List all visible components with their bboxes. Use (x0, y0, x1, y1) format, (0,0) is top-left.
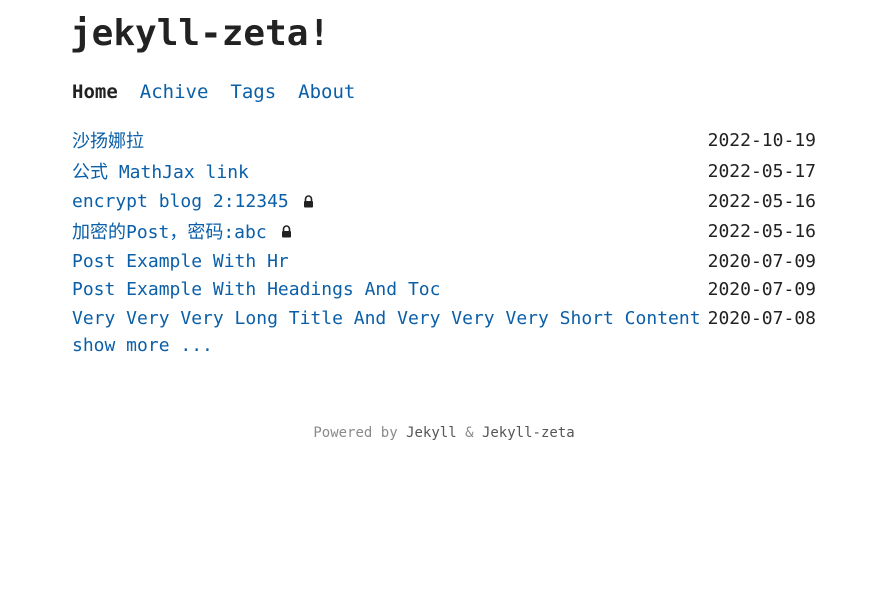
post-link[interactable]: Very Very Very Long Title And Very Very … (72, 308, 701, 329)
post-title-wrap: encrypt blog 2:12345 (72, 191, 314, 212)
post-row: 沙扬娜拉 2022-10-19 (72, 126, 816, 154)
post-title-wrap: Very Very Very Long Title And Very Very … (72, 308, 701, 329)
nav-item-tags[interactable]: Tags (230, 78, 276, 106)
post-link[interactable]: encrypt blog 2:12345 (72, 191, 289, 212)
footer-jekyll-zeta-link[interactable]: Jekyll-zeta (482, 425, 575, 441)
post-title-wrap: 沙扬娜拉 (72, 127, 144, 153)
nav-item-home[interactable]: Home (72, 78, 118, 106)
lock-icon (303, 194, 314, 208)
post-title-wrap: Post Example With Headings And Toc (72, 279, 440, 300)
post-date: 2022-05-17 (707, 160, 816, 182)
post-row: Post Example With Hr 2020-07-09 (72, 247, 816, 275)
footer-separator: & (456, 425, 482, 441)
post-row: encrypt blog 2:12345 2022-05-16 (72, 187, 816, 215)
footer: Powered by Jekyll & Jekyll-zeta (0, 422, 888, 444)
main-nav: Home Achive Tags About (72, 78, 355, 106)
post-row: Post Example With Headings And Toc 2020-… (72, 275, 816, 303)
post-link[interactable]: 公式 MathJax link (72, 158, 249, 184)
post-date: 2020-07-08 (707, 307, 816, 329)
page: jekyll-zeta! Home Achive Tags About 沙扬娜拉… (0, 0, 888, 599)
post-date: 2022-10-19 (707, 129, 816, 151)
site-title[interactable]: jekyll-zeta! (70, 10, 330, 58)
post-title-wrap: 公式 MathJax link (72, 158, 249, 184)
post-date: 2022-05-16 (707, 220, 816, 242)
post-date: 2022-05-16 (707, 190, 816, 212)
post-row: 公式 MathJax link 2022-05-17 (72, 157, 816, 185)
post-row: Very Very Very Long Title And Very Very … (72, 304, 816, 332)
post-title-wrap: 加密的Post，密码:abc (72, 218, 292, 244)
post-list: 沙扬娜拉 2022-10-19 公式 MathJax link 2022-05-… (72, 126, 816, 332)
post-title-wrap: Post Example With Hr (72, 251, 289, 272)
post-date: 2020-07-09 (707, 250, 816, 272)
post-link[interactable]: 沙扬娜拉 (72, 127, 144, 153)
footer-prefix: Powered by (313, 425, 407, 441)
post-link[interactable]: 加密的Post，密码:abc (72, 218, 267, 244)
post-date: 2020-07-09 (707, 278, 816, 300)
lock-icon (281, 224, 292, 238)
post-link[interactable]: Post Example With Headings And Toc (72, 279, 440, 300)
footer-jekyll-link[interactable]: Jekyll (406, 425, 457, 441)
nav-item-about[interactable]: About (298, 78, 355, 106)
post-link[interactable]: Post Example With Hr (72, 251, 289, 272)
post-row: 加密的Post，密码:abc 2022-05-16 (72, 217, 816, 245)
nav-item-achive[interactable]: Achive (140, 78, 209, 106)
show-more-link[interactable]: show more ... (72, 332, 213, 360)
